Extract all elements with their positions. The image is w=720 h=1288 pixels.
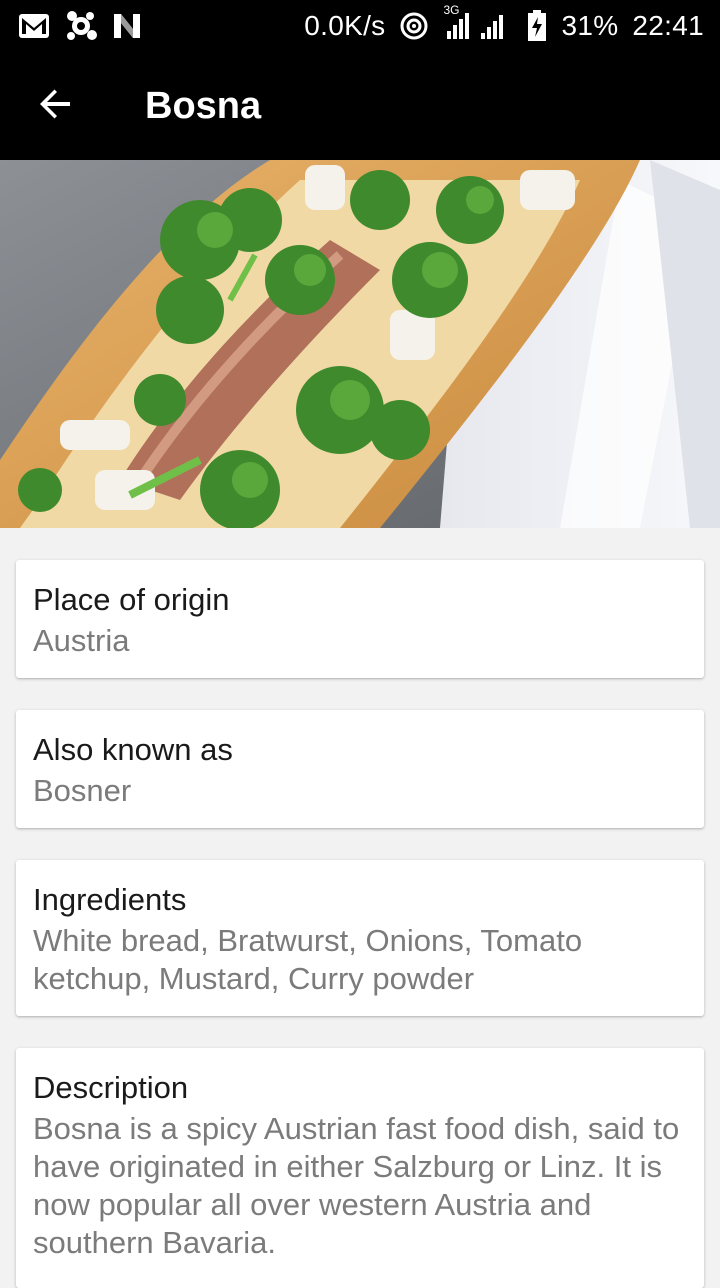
network-speed: 0.0K/s	[304, 10, 386, 41]
status-bar-left	[18, 10, 142, 42]
gmail-icon	[18, 13, 50, 39]
status-bar: 0.0K/s 3G 31% 22:41	[0, 0, 720, 52]
card-label: Place of origin	[33, 582, 230, 617]
card-label: Description	[33, 1070, 189, 1105]
card-value: Bosner	[33, 773, 132, 808]
card-ingredients: Ingredients White bread, Bratwurst, Onio…	[16, 860, 704, 1016]
card-label: Also known as	[33, 732, 233, 767]
card-value: Bosna is a spicy Austrian fast food dish…	[33, 1111, 680, 1260]
card-also-known-as: Also known as Bosner	[16, 710, 704, 828]
arrow-left-icon	[38, 86, 74, 127]
card-label: Ingredients	[33, 882, 187, 917]
network-type-label: 3G	[443, 3, 460, 17]
page-title: Bosna	[145, 84, 262, 127]
battery-percent: 31%	[561, 10, 619, 41]
battery-charging-icon	[527, 10, 547, 42]
app-bar: Bosna	[0, 52, 720, 160]
hero-image	[0, 160, 720, 528]
app-notification-icon	[64, 10, 98, 42]
card-value: Austria	[33, 623, 130, 658]
card-value: White bread, Bratwurst, Onions, Tomato k…	[33, 923, 583, 996]
back-button[interactable]	[0, 52, 112, 160]
bosna-sandwich-photo	[0, 160, 720, 528]
card-place-of-origin: Place of origin Austria	[16, 560, 704, 678]
status-bar-right: 0.0K/s 3G 31% 22:41	[304, 3, 704, 42]
hotspot-icon	[399, 11, 429, 41]
clock: 22:41	[632, 10, 704, 41]
card-description: Description Bosna is a spicy Austrian fa…	[16, 1048, 704, 1288]
n-app-icon	[112, 12, 142, 40]
signal-3g-icon: 3G	[443, 3, 513, 41]
